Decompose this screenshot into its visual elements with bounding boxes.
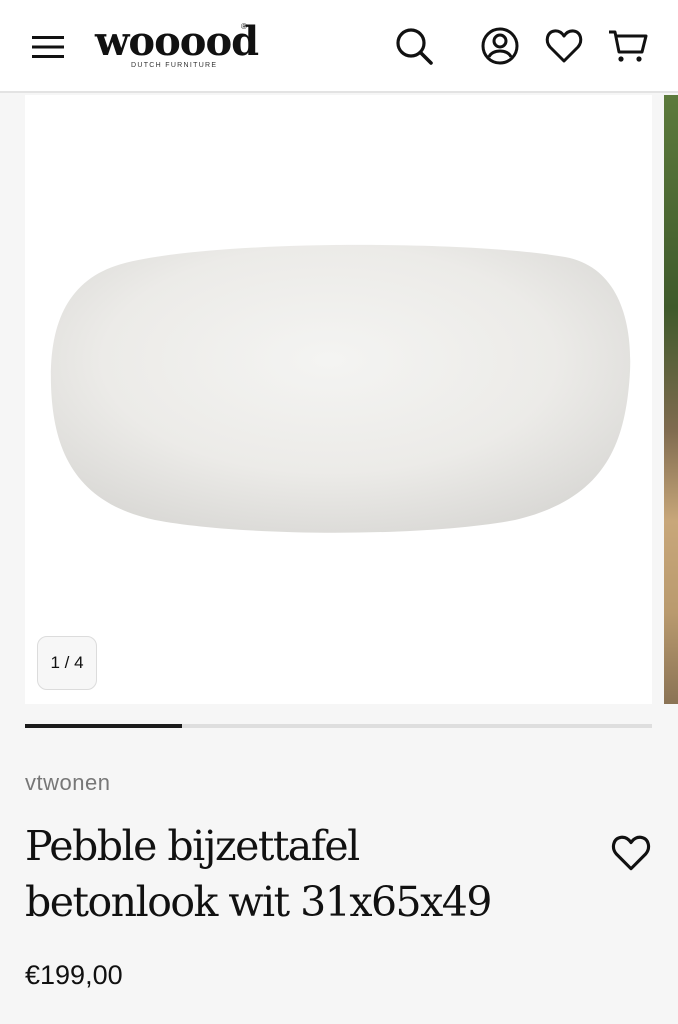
heart-icon[interactable]: [542, 24, 586, 68]
product-image-gallery[interactable]: 1 / 4: [25, 95, 652, 704]
image-counter: 1 / 4: [37, 636, 97, 690]
account-icon[interactable]: [478, 24, 522, 68]
product-brand[interactable]: vtwonen: [25, 770, 110, 796]
product-price: €199,00: [25, 960, 123, 990]
gallery-progress-fill: [25, 724, 182, 728]
logo-wordmark: wooood: [95, 18, 259, 65]
product-image: [45, 235, 635, 545]
add-to-wishlist-heart-icon[interactable]: [608, 830, 654, 876]
product-title: Pebble bijzettafel betonlook wit 31x65x4…: [25, 822, 492, 926]
search-icon[interactable]: [392, 24, 436, 68]
menu-icon[interactable]: [30, 33, 66, 61]
logo-tagline: DUTCH FURNITURE: [131, 62, 218, 69]
cart-icon[interactable]: [606, 24, 650, 68]
site-header: wooood ® DUTCH FURNITURE: [0, 0, 678, 93]
site-logo[interactable]: wooood ® DUTCH FURNITURE: [95, 18, 259, 74]
next-image-preview[interactable]: [664, 95, 678, 704]
logo-registered-mark: ®: [241, 22, 247, 31]
gallery-progress-bar: [25, 724, 652, 728]
